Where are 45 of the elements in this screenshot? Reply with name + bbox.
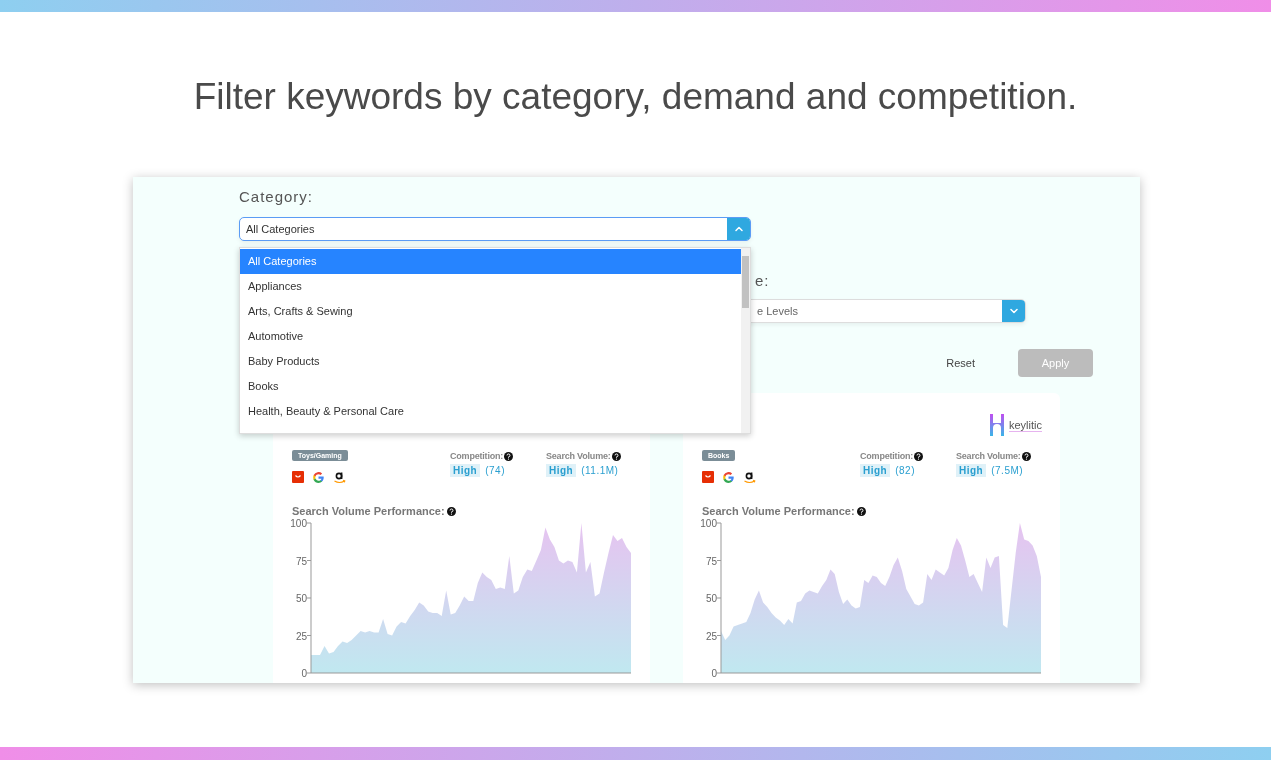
metric-value: (74) xyxy=(485,465,505,476)
metric-value: (7.5M) xyxy=(991,465,1024,476)
axis-label: 50 xyxy=(295,593,307,604)
axis-label: 75 xyxy=(295,555,307,567)
scrollbar[interactable] xyxy=(741,248,750,433)
metric-value: (11.1M) xyxy=(581,465,619,476)
dropdown-option[interactable]: All Categories xyxy=(240,249,741,274)
help-icon[interactable] xyxy=(1021,451,1031,461)
shopping-bag-icon xyxy=(292,471,304,483)
axis-label: 100 xyxy=(290,518,307,529)
help-icon[interactable] xyxy=(446,506,456,516)
help-icon[interactable] xyxy=(914,451,924,461)
shopping-bag-icon xyxy=(702,471,714,483)
metric-label: Competition: xyxy=(450,451,504,461)
reset-button[interactable]: Reset xyxy=(946,349,975,377)
axis-label: 0 xyxy=(301,668,307,679)
g-logo-icon xyxy=(312,470,325,484)
headline: Filter keywords by category, demand and competition. xyxy=(193,76,1078,118)
logo-icon xyxy=(989,413,1005,437)
help-icon[interactable] xyxy=(856,506,866,516)
help-icon[interactable] xyxy=(611,451,621,461)
metric-label: Search Volume: xyxy=(956,451,1021,461)
select-field[interactable]: All Categories xyxy=(239,217,751,241)
a-logo-icon xyxy=(743,470,757,484)
axis-label: 50 xyxy=(705,593,717,604)
grade-badge: High xyxy=(860,464,891,477)
filter-label: e: xyxy=(754,272,771,290)
grade-badge: High xyxy=(546,464,577,477)
help-icon[interactable] xyxy=(504,451,514,461)
grade-badge: High xyxy=(956,464,987,477)
logo-text: keylitic xyxy=(1009,418,1042,432)
axis-label: 75 xyxy=(705,555,717,567)
axis-label: 25 xyxy=(705,630,717,642)
a-logo-icon xyxy=(333,470,347,484)
axis-label: 0 xyxy=(711,668,717,679)
metric-label: Search Volume: xyxy=(546,451,611,461)
grade-badge: High xyxy=(450,464,481,477)
chart-title: Search Volume Performance: xyxy=(292,505,445,517)
axis-label: 25 xyxy=(295,630,307,642)
metric-value: (82) xyxy=(895,465,915,476)
metric-label: Competition: xyxy=(860,451,914,461)
g-logo-icon xyxy=(722,470,735,484)
axis-label: 100 xyxy=(700,518,717,529)
chart-title: Search Volume Performance: xyxy=(702,505,855,517)
filter-label: Category: xyxy=(239,188,315,206)
